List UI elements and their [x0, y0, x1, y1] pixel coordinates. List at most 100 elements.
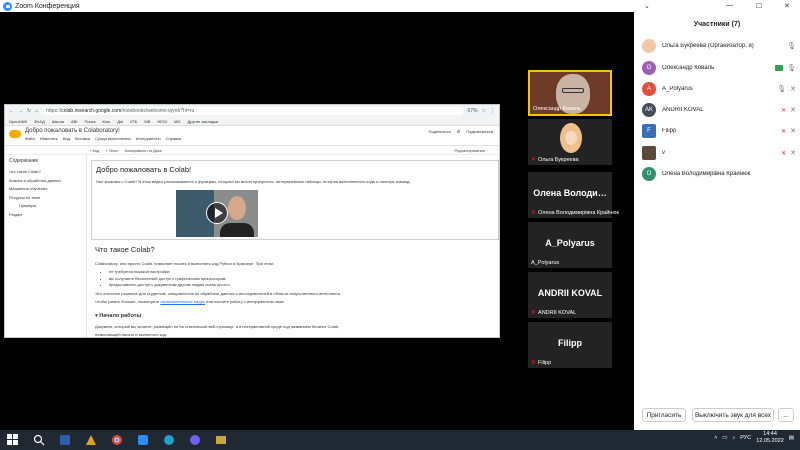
video-thumbnail[interactable] — [176, 190, 258, 237]
add-text-button[interactable]: + Текст — [105, 148, 119, 153]
camera-off-icon[interactable]: ✕ — [790, 127, 796, 135]
menu-item-file[interactable]: Файл — [25, 136, 35, 141]
tile-name: ✕ Ольга Букреева — [531, 156, 579, 164]
participant-row[interactable]: v ✕ ✕ — [642, 145, 796, 161]
camera-off-icon[interactable]: ✕ — [790, 85, 796, 93]
camera-on-icon[interactable] — [775, 65, 784, 71]
app-icon[interactable] — [85, 434, 97, 446]
url-field[interactable]: https://colab.research.google.com/notebo… — [42, 107, 464, 115]
zoom-app-icon[interactable] — [137, 434, 149, 446]
minimize-icon[interactable]: — — [726, 2, 733, 9]
participant-row[interactable]: A A_Polyarus 🎙 ✕ — [642, 81, 796, 97]
bookmark-item[interactable]: ЗНАД — [34, 119, 45, 124]
toc-item[interactable]: Примеры — [9, 203, 82, 208]
bookmark-item[interactable]: Школа — [52, 119, 64, 124]
settings-icon[interactable]: ⚙ — [457, 129, 461, 134]
participants-panel: ⌄ — ☐ ✕ Участники (7) Ольга Букреева (Ор… — [634, 0, 800, 430]
viber-icon[interactable] — [189, 434, 201, 446]
app-icon[interactable] — [59, 434, 71, 446]
menu-item-runtime[interactable]: Среда выполнения — [95, 136, 131, 141]
video-tile[interactable]: ✕ Ольга Букреева — [528, 119, 612, 165]
toc-item[interactable]: Ресурсы по теме — [9, 195, 82, 200]
tile-name: ✕ Filipp — [531, 359, 552, 367]
network-icon[interactable]: ▭ — [722, 435, 727, 441]
copy-to-drive-button[interactable]: Копировать на Диск — [125, 148, 162, 153]
participant-row[interactable]: О Олександр Коваль 🎙 — [642, 60, 796, 76]
bookmark-item[interactable]: УГБ — [130, 119, 137, 124]
bookmark-item[interactable]: Кіно — [103, 119, 111, 124]
maximize-icon[interactable]: ☐ — [756, 2, 762, 10]
toc-item[interactable]: Анализ и обработка данных — [9, 178, 82, 183]
app-icon[interactable] — [215, 434, 227, 446]
forward-icon[interactable]: → — [18, 108, 23, 114]
video-tile[interactable]: Олена Володи… ✕ Олена Володимирівна Крайн… — [528, 172, 619, 218]
participant-row[interactable]: F Filipp ✕ ✕ — [642, 123, 796, 139]
mic-icon[interactable]: 🎙 — [777, 85, 786, 93]
app-icon[interactable] — [163, 434, 175, 446]
bookmark-item[interactable]: МВ — [144, 119, 150, 124]
menu-item-tools[interactable]: Инструменты — [136, 136, 161, 141]
notebook-title[interactable]: Добро пожаловать в Colaboratory! — [25, 128, 181, 134]
toc-item[interactable]: Машинное обучение — [9, 186, 82, 191]
menu-item-help[interactable]: Справка — [166, 136, 182, 141]
mic-icon[interactable]: 🎙 — [787, 42, 796, 50]
language-indicator[interactable]: РУС — [740, 435, 751, 441]
add-code-button[interactable]: + Код — [89, 148, 99, 153]
reload-icon[interactable]: ↻ — [27, 108, 31, 114]
search-icon[interactable] — [33, 434, 45, 446]
tray-arrow-icon[interactable]: ˄ — [714, 435, 717, 441]
play-icon[interactable] — [206, 202, 228, 224]
participant-row[interactable]: О Олена Володимирівна Крайнюк — [642, 166, 796, 182]
share-button[interactable]: Поделиться — [429, 129, 451, 134]
camera-off-icon[interactable]: ✕ — [790, 106, 796, 114]
toc-item[interactable]: Что такое Colab? — [9, 169, 82, 174]
text-cell[interactable]: Что такое Colab? Colaboratory, или прост… — [91, 240, 499, 337]
mic-muted-icon: ✕ — [531, 360, 537, 366]
shared-screen[interactable]: ← → ↻ ⌂ https://colab.research.google.co… — [4, 104, 500, 338]
back-icon[interactable]: ← — [9, 108, 14, 114]
bookmark-item[interactable]: Дія — [117, 119, 123, 124]
participant-row[interactable]: AK ANDRII KOVAL ✕ ✕ — [642, 102, 796, 118]
connect-button[interactable]: Подключиться — [466, 129, 493, 134]
more-button[interactable]: ... — [778, 408, 794, 422]
bookmark-item[interactable]: OpenHAB — [9, 119, 27, 124]
mic-icon[interactable]: 🎙 — [787, 64, 796, 72]
video-tile[interactable]: A_Polyarus A_Polyarus — [528, 222, 612, 268]
mic-muted-icon[interactable]: ✕ — [781, 150, 786, 157]
home-icon[interactable]: ⌂ — [35, 108, 38, 114]
menu-item-edit[interactable]: Изменить — [40, 136, 58, 141]
camera-off-icon[interactable]: ✕ — [790, 149, 796, 157]
bookmark-item[interactable]: Другие закладки — [188, 119, 219, 124]
colab-toolbar: + Код + Текст Копировать на Диск Редакти… — [5, 146, 499, 155]
clock[interactable]: 14:44 12.05.2022 — [756, 431, 784, 445]
participant-row[interactable]: Ольга Букреева (Организатор, я) 🎙 — [642, 38, 796, 54]
video-tile[interactable]: Filipp ✕ Filipp — [528, 322, 612, 368]
edit-mode-toggle[interactable]: Редактирование — [455, 148, 485, 153]
invite-button[interactable]: Пригласить — [642, 408, 686, 422]
notifications-icon[interactable]: ▤ — [789, 435, 794, 441]
toc-item[interactable]: Раздел — [9, 212, 82, 217]
menu-icon[interactable]: ⋮ — [490, 108, 495, 114]
close-icon[interactable]: ✕ — [784, 2, 790, 10]
bookmark-item[interactable]: ABI — [71, 119, 77, 124]
mic-muted-icon[interactable]: ✕ — [781, 128, 786, 135]
text-cell[interactable]: Добро пожаловать в Colab! Уже знакомы с … — [91, 160, 499, 240]
bookmark-item[interactable]: MG — [174, 119, 180, 124]
star-icon[interactable]: ☆ — [482, 108, 486, 114]
intro-video-link[interactable]: ознакомительное видео — [160, 299, 205, 304]
avatar — [642, 39, 656, 53]
menu-item-view[interactable]: Вид — [63, 136, 70, 141]
menu-item-insert[interactable]: Вставка — [75, 136, 90, 141]
bookmark-item[interactable]: HEGI — [157, 119, 167, 124]
bookmark-item[interactable]: Поиск — [84, 119, 95, 124]
panel-collapse-icon[interactable]: ⌄ — [644, 2, 650, 10]
mute-all-button[interactable]: Выключить звук для всех — [692, 408, 774, 422]
video-tile[interactable]: Олександр Коваль — [528, 70, 612, 116]
windows-start-icon[interactable] — [7, 434, 19, 446]
volume-icon[interactable]: ♪ — [733, 435, 736, 441]
mic-muted-icon[interactable]: ✕ — [781, 107, 786, 114]
chrome-icon[interactable] — [111, 434, 123, 446]
zoom-level[interactable]: 67% — [468, 108, 478, 114]
mic-muted-icon: ✕ — [531, 310, 537, 316]
video-tile[interactable]: ANDRII KOVAL ✕ ANDRII KOVAL — [528, 272, 612, 318]
